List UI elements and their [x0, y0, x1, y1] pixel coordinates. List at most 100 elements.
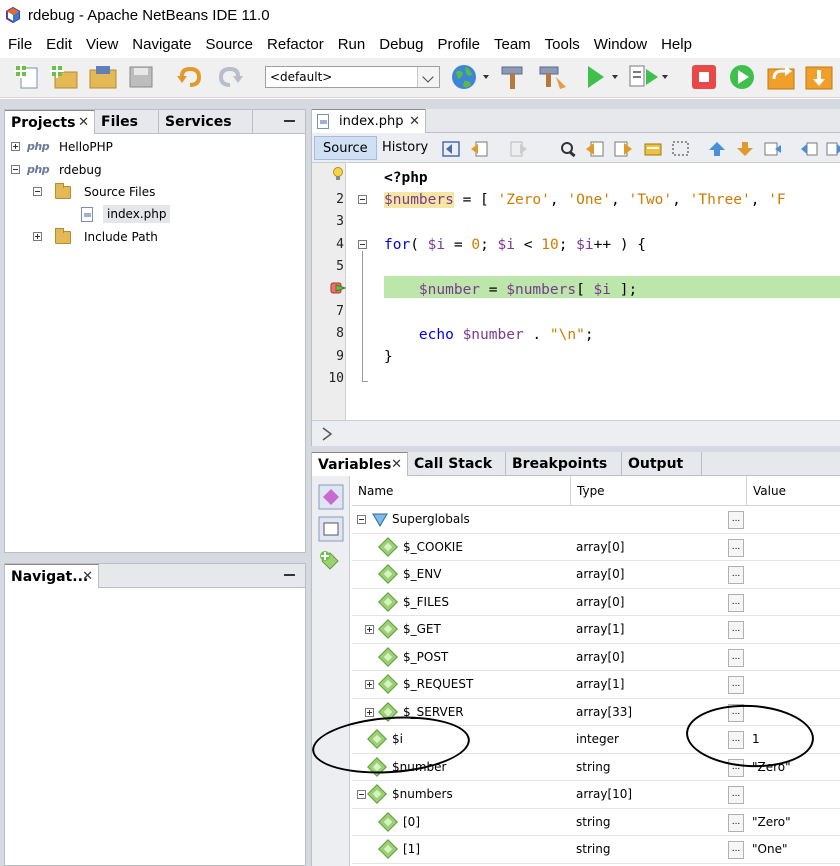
- more-button[interactable]: ...: [728, 676, 744, 694]
- continue-icon[interactable]: [728, 63, 756, 91]
- collapse-icon[interactable]: [33, 187, 42, 196]
- find-previous-icon[interactable]: [586, 141, 604, 157]
- close-icon[interactable]: ✕: [409, 114, 420, 129]
- table-row[interactable]: $_REQUEST array[1] ...: [352, 671, 840, 699]
- tree-item-source-files[interactable]: Source Files: [5, 181, 305, 203]
- more-button[interactable]: ...: [728, 621, 744, 639]
- step-into-icon[interactable]: [804, 63, 834, 91]
- browser-globe-icon[interactable]: [450, 63, 490, 91]
- undo-icon[interactable]: [176, 64, 206, 90]
- collapse-icon[interactable]: [357, 515, 366, 524]
- shift-line-left-icon[interactable]: [800, 141, 818, 157]
- fold-collapse-icon[interactable]: [358, 195, 367, 204]
- debug-project-icon[interactable]: [628, 63, 672, 91]
- close-icon[interactable]: ✕: [391, 457, 402, 472]
- code-area[interactable]: 2 3 4 5 7 8 9 10 <?php $numbers = [ 'Zer…: [312, 163, 840, 420]
- more-button[interactable]: ...: [728, 511, 744, 529]
- toggle-bookmark-icon[interactable]: [764, 141, 782, 157]
- find-icon[interactable]: [560, 141, 578, 157]
- create-watch-icon[interactable]: [318, 484, 344, 510]
- menu-help[interactable]: Help: [654, 36, 699, 53]
- more-button[interactable]: ...: [728, 566, 744, 584]
- tab-projects[interactable]: Projects ✕: [5, 110, 95, 134]
- shift-line-right-icon[interactable]: [826, 141, 840, 157]
- tab-breakpoints[interactable]: Breakpoints: [506, 452, 622, 476]
- next-bookmark-icon[interactable]: [736, 141, 754, 157]
- minimize-icon[interactable]: [284, 574, 295, 576]
- tab-history[interactable]: History: [374, 136, 436, 160]
- table-row[interactable]: Superglobals ...: [352, 506, 840, 534]
- close-icon[interactable]: ✕: [82, 569, 93, 584]
- tab-files[interactable]: Files: [95, 110, 159, 134]
- toggle-highlight-icon[interactable]: [644, 141, 662, 157]
- tab-variables[interactable]: Variables ✕: [312, 452, 408, 476]
- tab-navigator[interactable]: Navigat... ✕: [5, 564, 99, 588]
- previous-bookmark-icon[interactable]: [708, 141, 726, 157]
- table-row[interactable]: [1] string ... "One": [352, 836, 840, 864]
- close-icon[interactable]: ✕: [78, 115, 89, 130]
- more-button[interactable]: ...: [728, 813, 744, 832]
- configuration-select[interactable]: <default>: [265, 66, 440, 88]
- menu-debug[interactable]: Debug: [372, 36, 430, 53]
- new-file-icon[interactable]: [14, 64, 42, 90]
- more-button[interactable]: ...: [728, 593, 744, 612]
- more-button[interactable]: ...: [728, 538, 744, 557]
- new-project-icon[interactable]: [50, 64, 78, 90]
- expand-icon[interactable]: [365, 707, 374, 717]
- expand-icon[interactable]: [365, 625, 374, 634]
- back-icon[interactable]: [470, 141, 488, 157]
- collapse-icon[interactable]: [11, 165, 20, 174]
- more-button[interactable]: ...: [728, 786, 744, 804]
- menu-window[interactable]: Window: [587, 36, 654, 53]
- menu-team[interactable]: Team: [487, 36, 538, 53]
- column-header-type[interactable]: Type: [571, 476, 747, 506]
- table-row[interactable]: $_GET array[1] ...: [352, 616, 840, 644]
- collapse-icon[interactable]: [357, 790, 366, 799]
- expand-icon[interactable]: [33, 232, 42, 241]
- run-project-icon[interactable]: [582, 63, 622, 91]
- tree-item-rdebug[interactable]: php rdebug: [5, 159, 305, 181]
- tree-item-hellophp[interactable]: php HelloPHP: [5, 136, 305, 158]
- forward-icon[interactable]: [510, 141, 528, 157]
- tree-item-index-php[interactable]: index.php: [5, 204, 305, 226]
- menu-refactor[interactable]: Refactor: [260, 36, 331, 53]
- last-edit-icon[interactable]: [442, 141, 460, 157]
- menu-tools[interactable]: Tools: [538, 36, 587, 53]
- table-row[interactable]: $_POST array[0] ...: [352, 644, 840, 671]
- menu-edit[interactable]: Edit: [39, 36, 79, 53]
- hint-lightbulb-icon[interactable]: [332, 167, 344, 181]
- table-row[interactable]: $_COOKIE array[0] ...: [352, 534, 840, 561]
- breadcrumb-chevron-icon[interactable]: [320, 426, 334, 442]
- menu-navigate[interactable]: Navigate: [125, 36, 198, 53]
- table-row[interactable]: [0] string ... "Zero": [352, 809, 840, 836]
- find-next-icon[interactable]: [614, 141, 632, 157]
- tab-source[interactable]: Source: [314, 136, 377, 160]
- expand-icon[interactable]: [11, 142, 20, 151]
- table-row[interactable]: $_FILES array[0] ...: [352, 589, 840, 616]
- more-button[interactable]: ...: [728, 648, 744, 667]
- table-row[interactable]: $_ENV array[0] ...: [352, 561, 840, 589]
- build-hammer-icon[interactable]: [498, 63, 528, 91]
- minimize-icon[interactable]: [284, 120, 295, 122]
- menu-profile[interactable]: Profile: [430, 36, 487, 53]
- menu-run[interactable]: Run: [331, 36, 373, 53]
- more-button[interactable]: ...: [728, 841, 744, 859]
- menu-file[interactable]: File: [0, 36, 39, 53]
- column-header-value[interactable]: Value: [747, 476, 840, 506]
- table-row[interactable]: $numbers array[10] ...: [352, 781, 840, 809]
- open-project-icon[interactable]: [88, 64, 118, 90]
- menu-view[interactable]: View: [79, 36, 125, 53]
- tree-item-include-path[interactable]: Include Path: [5, 226, 305, 248]
- expand-icon[interactable]: [365, 680, 374, 689]
- finish-debugger-icon[interactable]: [690, 63, 718, 91]
- breakpoint-current-line-icon[interactable]: [330, 281, 346, 295]
- toggle-rect-selection-icon[interactable]: [672, 141, 690, 157]
- column-header-name[interactable]: Name: [352, 476, 571, 506]
- chevron-down-icon[interactable]: [417, 67, 439, 87]
- fold-collapse-icon[interactable]: [358, 240, 367, 249]
- show-watches-icon[interactable]: [318, 516, 344, 542]
- tab-call-stack[interactable]: Call Stack: [408, 452, 506, 476]
- clean-build-icon[interactable]: [536, 63, 568, 91]
- save-all-icon[interactable]: [126, 64, 156, 90]
- redo-icon[interactable]: [214, 64, 244, 90]
